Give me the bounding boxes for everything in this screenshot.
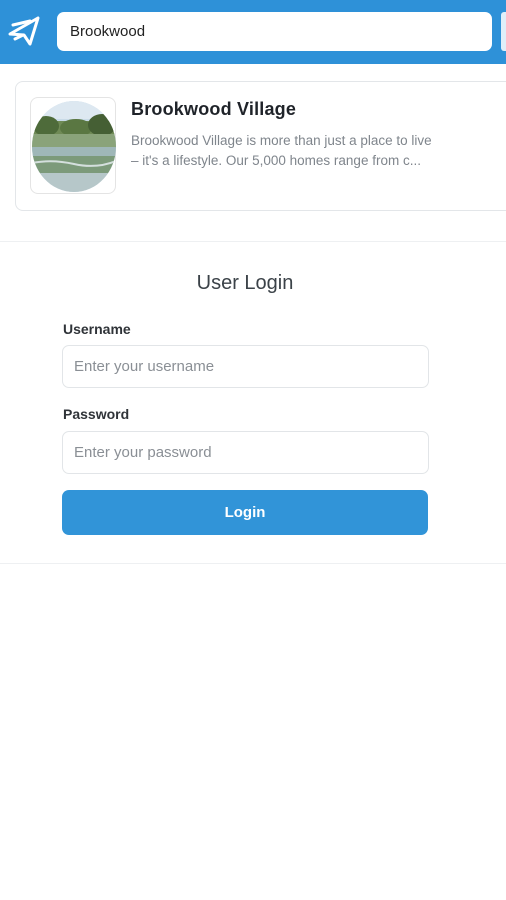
community-thumbnail-frame bbox=[30, 97, 116, 194]
login-button[interactable]: Login bbox=[62, 490, 428, 535]
community-description: Brookwood Village is more than just a pl… bbox=[131, 131, 441, 171]
community-description-line: – it's a lifestyle. Our 5,000 homes rang… bbox=[131, 153, 421, 168]
community-card[interactable]: Brookwood Village Brookwood Village is m… bbox=[15, 81, 506, 211]
overflow-edge bbox=[501, 12, 506, 51]
community-title: Brookwood Village bbox=[131, 99, 297, 119]
username-label: Username bbox=[63, 321, 131, 337]
app-logo-icon[interactable] bbox=[8, 14, 42, 50]
login-title: User Login bbox=[196, 272, 294, 294]
username-input[interactable] bbox=[62, 345, 429, 388]
top-app-bar bbox=[0, 0, 506, 64]
community-thumbnail-image bbox=[32, 101, 116, 192]
section-divider bbox=[0, 241, 506, 242]
password-label: Password bbox=[63, 406, 130, 422]
password-input[interactable] bbox=[62, 431, 429, 474]
community-description-line: Brookwood Village is more than just a pl… bbox=[131, 133, 432, 148]
section-divider bbox=[0, 563, 506, 564]
community-search-input[interactable] bbox=[57, 12, 492, 51]
